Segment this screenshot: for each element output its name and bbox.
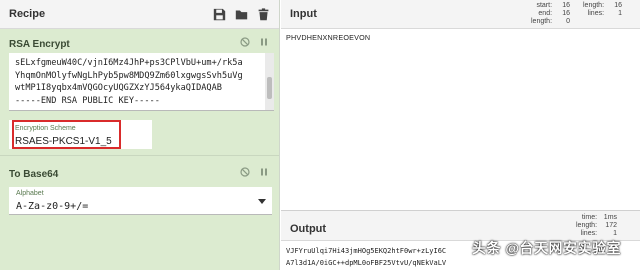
public-key-textarea[interactable]: sELxfgmeuW40C/vjnI6Mz4JhP+ps3CPlVbU+um+/… bbox=[9, 53, 274, 111]
pause-icon[interactable] bbox=[259, 167, 269, 177]
recipe-title: Recipe bbox=[9, 8, 46, 20]
recipe-header: Recipe bbox=[0, 0, 279, 29]
disable-icon[interactable] bbox=[240, 37, 250, 47]
stat-output-lines: 1 bbox=[613, 229, 618, 237]
stat-sel-length: 0 bbox=[566, 17, 571, 25]
watermark-text: 头条 @台天网安实验室 bbox=[472, 240, 622, 256]
stat-start: 16 bbox=[562, 2, 571, 9]
output-stats: time: 1ms length: 172 lines: 1 bbox=[576, 214, 618, 237]
stat-length: 16 bbox=[614, 2, 623, 9]
pause-icon[interactable] bbox=[259, 37, 269, 47]
operation-title: To Base64 bbox=[9, 169, 59, 180]
key-scrollbar[interactable] bbox=[265, 53, 274, 110]
stat-time: 1ms bbox=[603, 214, 618, 221]
disable-icon[interactable] bbox=[240, 167, 250, 177]
key-scrollbar-thumb[interactable] bbox=[267, 77, 272, 99]
alphabet-label: Alphabet bbox=[16, 190, 44, 197]
encryption-scheme-label: Encryption Scheme bbox=[15, 125, 76, 132]
operation-title: RSA Encrypt bbox=[9, 39, 70, 50]
input-header: Input start: 16 end: 16 length: 0 length: 16… bbox=[281, 0, 640, 29]
output-header: Output time: 1ms length: 172 lines: 1 bbox=[281, 211, 640, 241]
trash-icon[interactable] bbox=[257, 7, 270, 21]
stat-output-length: 172 bbox=[605, 221, 618, 229]
selection-stats: start: 16 end: 16 length: 0 bbox=[531, 2, 571, 25]
save-icon[interactable] bbox=[213, 8, 226, 21]
folder-icon[interactable] bbox=[235, 8, 248, 21]
stat-lines: 1 bbox=[618, 9, 623, 17]
chevron-down-icon[interactable] bbox=[258, 199, 266, 204]
encryption-scheme-value[interactable]: RSAES-PKCS1-V1_5 bbox=[15, 136, 112, 147]
alphabet-value[interactable]: A-Za-z0-9+/= bbox=[16, 201, 88, 212]
input-stats: length: 16 lines: 1 bbox=[583, 2, 623, 17]
stat-end: 16 bbox=[562, 9, 571, 17]
input-textarea[interactable]: PHVDHENXNREOEVON bbox=[286, 33, 370, 42]
output-title: Output bbox=[290, 223, 327, 235]
recipe-pane: Recipe RSA Encrypt sELxfgmeuW40C/vjnI6Mz bbox=[0, 0, 280, 270]
input-title: Input bbox=[290, 8, 317, 20]
public-key-text: sELxfgmeuW40C/vjnI6Mz4JhP+ps3CPlVbU+um+/… bbox=[15, 58, 243, 106]
input-pane: Input start: 16 end: 16 length: 0 length: 16… bbox=[281, 0, 640, 210]
